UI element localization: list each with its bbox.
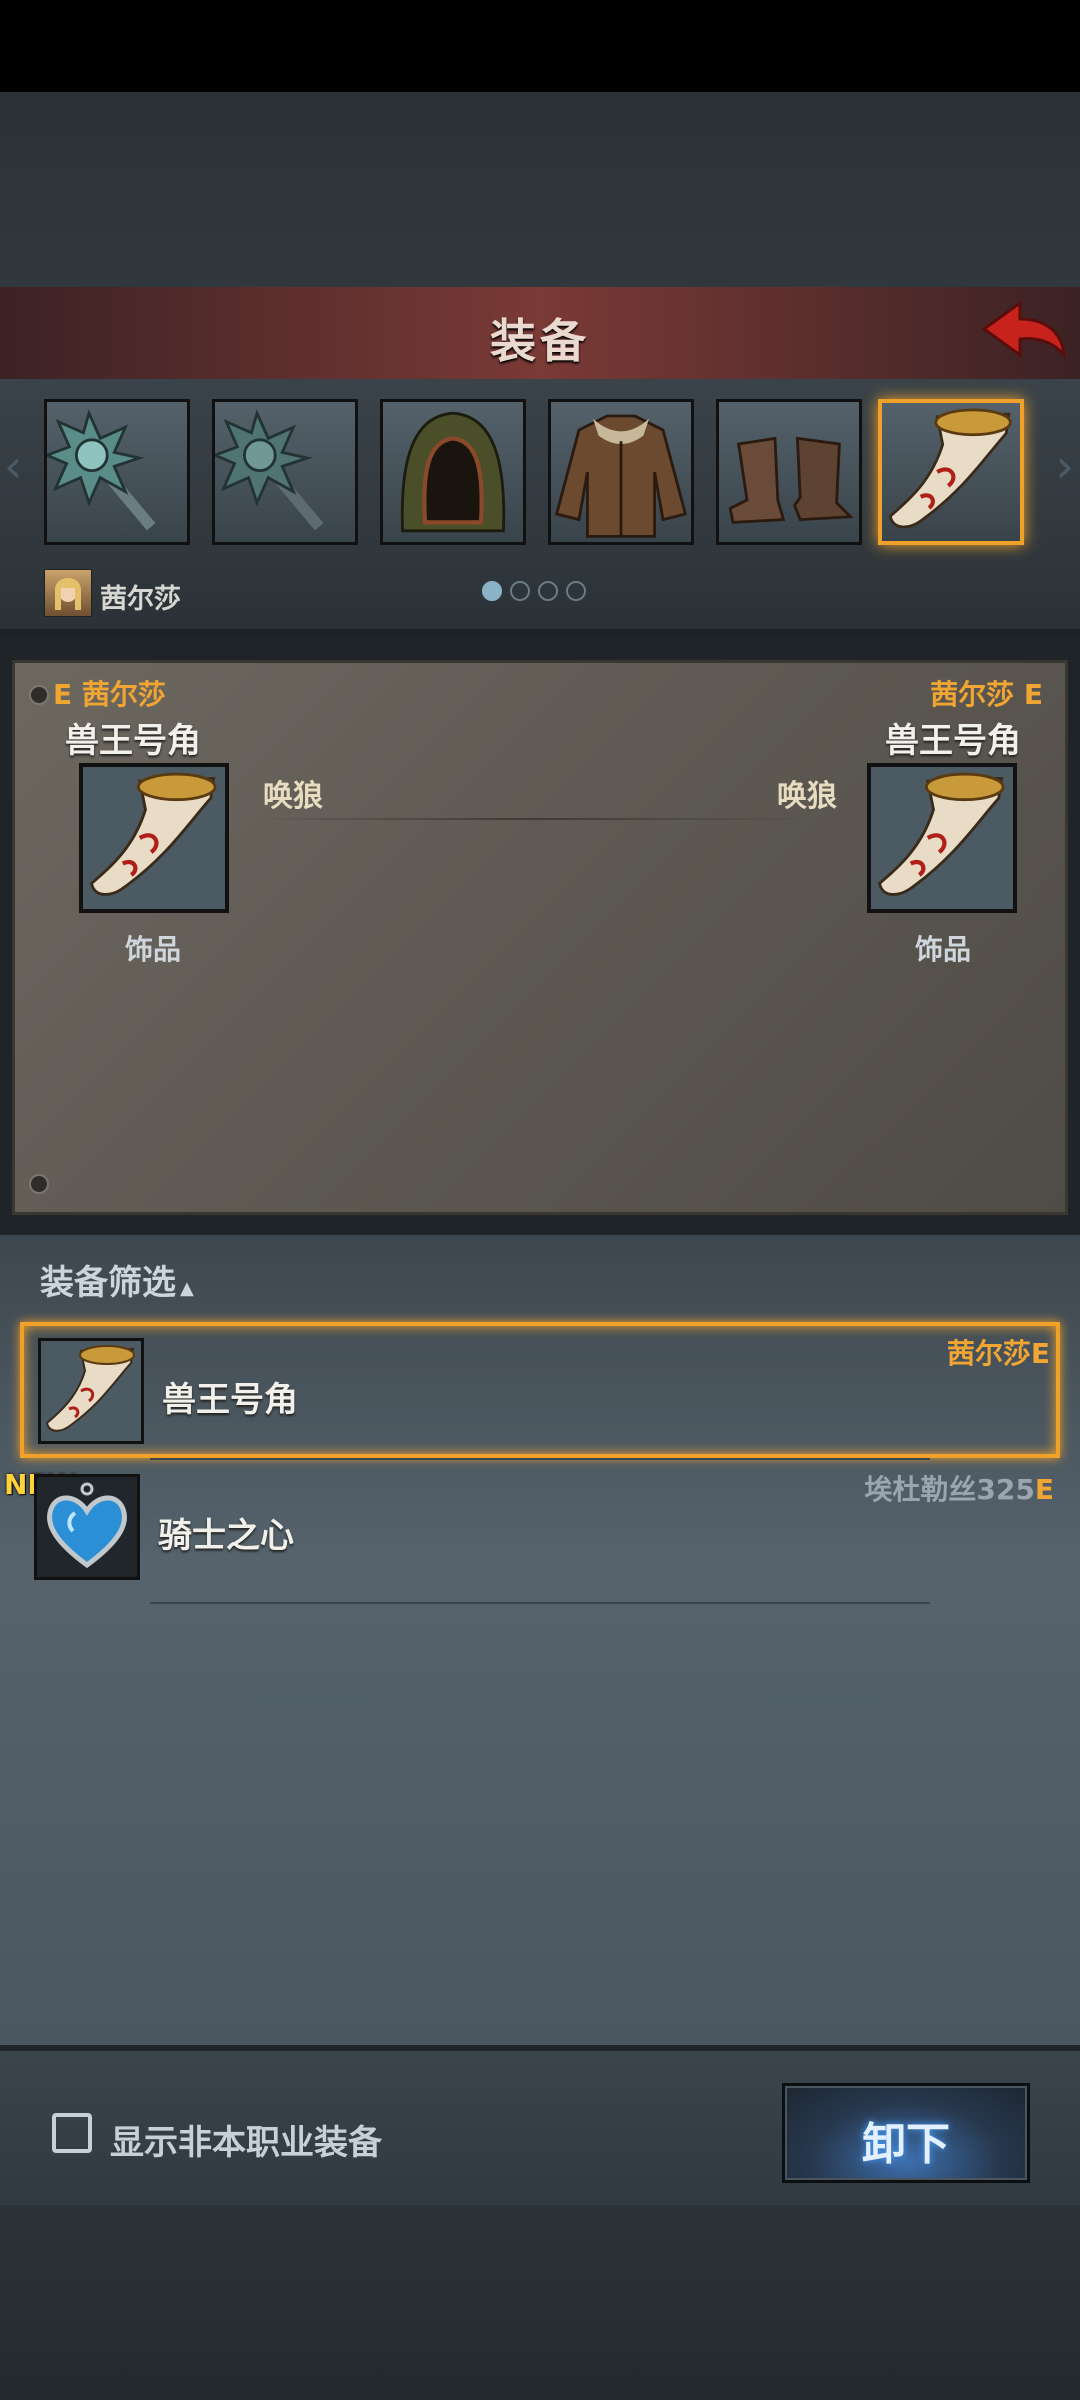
back-arrow-icon [981, 300, 1066, 360]
right-item-skill: 唤狼 [777, 779, 837, 814]
top-background [0, 92, 1080, 287]
list-item-name: 兽王号角 [162, 1380, 298, 1420]
header-bar: 装备 [0, 287, 1080, 382]
show-other-class-checkbox[interactable] [52, 2113, 92, 2153]
right-item-name: 兽王号角 [885, 721, 1021, 761]
triangle-up-icon: ▲ [180, 1278, 194, 1299]
left-item-type: 饰品 [125, 933, 182, 966]
filter-title: 装备筛选 [40, 1263, 176, 1303]
equipment-slot-feet[interactable] [716, 399, 862, 545]
left-owner-label: E 茜尔莎 [53, 678, 166, 711]
right-owner-label: 茜尔莎 E [930, 678, 1043, 711]
page-title: 装备 [490, 314, 590, 368]
compare-divider [255, 818, 815, 820]
horn-icon [89, 772, 217, 896]
left-item-icon-box [79, 763, 229, 913]
row-divider [150, 1458, 930, 1460]
list-item[interactable]: 骑士之心 埃杜勒丝325E [20, 1462, 1060, 1598]
right-item-icon-box [867, 763, 1017, 913]
fur-coat-icon [554, 414, 688, 538]
list-item[interactable]: 兽王号角 茜尔莎E [20, 1322, 1060, 1458]
page-dot[interactable] [538, 581, 558, 601]
list-item-icon [38, 1338, 144, 1444]
page-indicator [482, 581, 594, 605]
bottom-background [0, 2205, 1080, 2400]
boots-icon [728, 436, 854, 524]
bottom-action-bar: 显示非本职业装备 卸下 [0, 2045, 1080, 2211]
heart-pendant-icon [37, 1477, 137, 1577]
avatar [44, 569, 92, 617]
filter-toggle[interactable]: 装备筛选 ▲ [40, 1255, 194, 1304]
page-dot[interactable] [510, 581, 530, 601]
unequip-label: 卸下 [862, 2119, 950, 2170]
list-item-owner-suffix: E [1034, 1473, 1054, 1506]
page-dot[interactable] [566, 581, 586, 601]
rivet-icon [29, 685, 49, 705]
equipment-slot-strip: ‹ › 茜尔莎 [0, 379, 1080, 635]
hood-icon [400, 411, 506, 533]
left-item-name: 兽王号角 [65, 721, 201, 761]
rivet-icon [29, 1174, 49, 1194]
horn-icon [877, 772, 1005, 896]
equipment-slot-offhand[interactable] [212, 399, 358, 545]
equipment-slot-head[interactable] [380, 399, 526, 545]
equipment-slot-body[interactable] [548, 399, 694, 545]
unequip-button[interactable]: 卸下 [782, 2083, 1030, 2183]
equipment-slot-accessory[interactable] [878, 399, 1024, 545]
back-button[interactable] [974, 289, 1070, 373]
list-item-name: 骑士之心 [158, 1516, 294, 1556]
spiked-mace-icon [47, 409, 156, 531]
checkbox-label[interactable]: 显示非本职业装备 [110, 2115, 382, 2164]
item-compare-panel: E 茜尔莎 兽王号角 唤狼 饰品 茜尔莎 E 兽王号角 唤狼 饰品 [12, 660, 1068, 1215]
list-item-owner-name: 埃杜勒丝325 [864, 1473, 1035, 1506]
page-dot[interactable] [482, 581, 502, 601]
row-divider [150, 1602, 930, 1604]
equipment-slot-weapon[interactable] [44, 399, 190, 545]
strip-right-arrow-icon[interactable]: › [1056, 439, 1074, 493]
strip-left-arrow-icon[interactable]: ‹ [4, 439, 22, 493]
list-item-owner: 茜尔莎E [946, 1337, 1050, 1370]
horn-icon [45, 1345, 135, 1432]
right-item-type: 饰品 [914, 933, 971, 966]
spiked-mace-icon [215, 409, 324, 531]
horn-icon [888, 408, 1012, 529]
list-item-owner: 埃杜勒丝325E [864, 1468, 1054, 1508]
list-item-icon [34, 1474, 140, 1580]
left-item-skill: 唤狼 [263, 779, 323, 814]
status-bar-area [0, 0, 1080, 92]
character-name: 茜尔莎 [100, 584, 181, 615]
